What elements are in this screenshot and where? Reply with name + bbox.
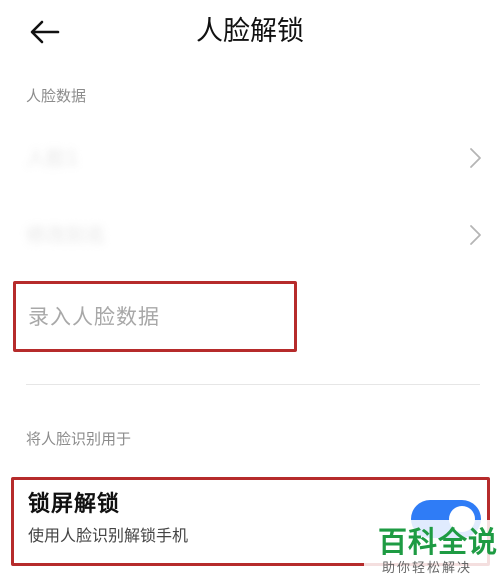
top-bar: 人脸解锁 [0, 0, 500, 66]
divider [26, 384, 480, 385]
face-item-row[interactable]: 人脸1 [0, 126, 500, 190]
rename-row[interactable]: 修改别名 [0, 203, 500, 267]
lock-screen-unlock-description: 使用人脸识别解锁手机 [28, 526, 189, 545]
lock-screen-unlock-title: 锁屏解锁 [28, 492, 121, 517]
section-label-usage: 将人脸识别用于 [26, 430, 132, 448]
watermark: 百科全说 助你轻松解决 [364, 520, 498, 584]
enroll-face-data-button[interactable]: 录入人脸数据 [13, 281, 297, 352]
section-label-face-data: 人脸数据 [26, 87, 87, 105]
watermark-title: 百科全说 [378, 525, 499, 559]
face-item-label: 人脸1 [26, 146, 79, 170]
rename-label: 修改别名 [26, 223, 106, 247]
chevron-right-icon [470, 225, 481, 245]
chevron-right-icon [470, 148, 481, 168]
enroll-face-data-label: 录入人脸数据 [28, 305, 160, 329]
page-title: 人脸解锁 [196, 16, 304, 47]
watermark-subtitle: 助你轻松解决 [382, 561, 473, 576]
